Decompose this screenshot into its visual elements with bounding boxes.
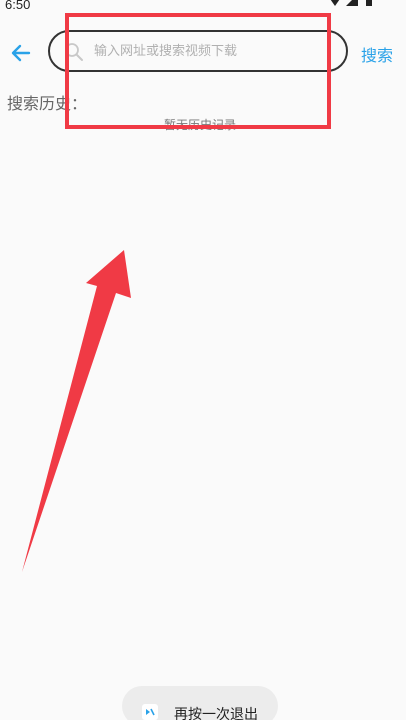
search-box[interactable] (48, 30, 348, 72)
back-button[interactable] (8, 40, 34, 66)
arrow-left-icon (11, 44, 31, 62)
wifi-icon (330, 0, 340, 6)
status-bar: 6:50 (0, 0, 406, 14)
app-screen: 6:50 搜索 搜索历史： 暂无历史记录 再按一次退出 (0, 0, 406, 720)
toast: 再按一次退出 (122, 686, 278, 720)
search-icon (65, 43, 83, 61)
search-input[interactable] (94, 38, 334, 64)
app-logo-icon (142, 704, 158, 720)
search-button[interactable]: 搜索 (361, 42, 393, 66)
history-empty-text: 暂无历史记录 (163, 118, 236, 132)
battery-icon (366, 0, 372, 6)
history-title: 搜索历史： (7, 94, 88, 113)
signal-icon (346, 0, 358, 6)
status-time: 6:50 (5, 0, 31, 12)
status-icons (330, 0, 372, 6)
toast-text: 再按一次退出 (174, 707, 258, 720)
